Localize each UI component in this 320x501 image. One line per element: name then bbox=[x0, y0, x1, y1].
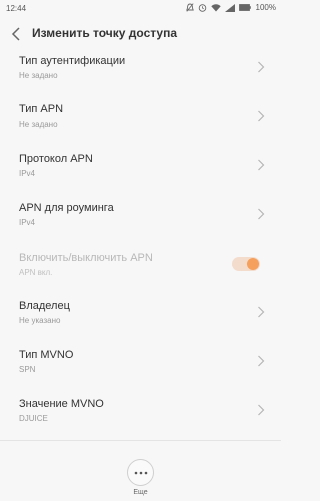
chevron-right-icon bbox=[258, 208, 265, 220]
status-bar: 12:44 100% bbox=[0, 0, 281, 17]
more-label: Еще bbox=[133, 489, 148, 496]
status-icons: 100% bbox=[185, 3, 276, 12]
setting-value: IPv4 bbox=[19, 218, 36, 227]
setting-label: Значение MVNO bbox=[19, 398, 104, 410]
chevron-right-icon bbox=[258, 404, 265, 416]
setting-apn-toggle: Включить/выключить APN APN вкл. bbox=[0, 247, 281, 296]
status-time: 12:44 bbox=[6, 4, 27, 13]
chevron-right-icon bbox=[258, 355, 265, 367]
battery-icon bbox=[238, 4, 251, 11]
back-arrow-icon[interactable] bbox=[8, 25, 26, 43]
setting-owner[interactable]: Владелец Не указано bbox=[0, 296, 281, 345]
toggle-knob bbox=[247, 258, 259, 270]
setting-label: Тип MVNO bbox=[19, 349, 74, 361]
setting-value: Не задано bbox=[19, 71, 58, 80]
signal-icon bbox=[224, 3, 235, 12]
more-dots-icon bbox=[134, 471, 148, 475]
alarm-icon bbox=[198, 4, 206, 12]
bottom-action-bar: Еще bbox=[0, 440, 281, 501]
setting-apn-protocol[interactable]: Протокол APN IPv4 bbox=[0, 149, 281, 198]
apn-enable-toggle bbox=[232, 257, 260, 271]
chevron-right-icon bbox=[258, 61, 265, 73]
wifi-icon bbox=[210, 3, 221, 11]
battery-percent: 100% bbox=[255, 3, 276, 12]
setting-label: Тип аутентификации bbox=[19, 55, 126, 67]
setting-roaming-apn[interactable]: APN для роуминга IPv4 bbox=[0, 198, 281, 247]
chevron-right-icon bbox=[258, 306, 265, 318]
header: Изменить точку доступа bbox=[0, 17, 281, 51]
setting-label: Тип APN bbox=[19, 103, 64, 115]
setting-label: Протокол APN bbox=[19, 153, 93, 165]
setting-mvno-type[interactable]: Тип MVNO SPN bbox=[0, 345, 281, 394]
setting-label: Владелец bbox=[19, 300, 70, 312]
setting-auth-type[interactable]: Тип аутентификации Не задано bbox=[0, 51, 281, 100]
setting-value: IPv4 bbox=[19, 169, 36, 178]
chevron-right-icon bbox=[258, 110, 265, 122]
more-button[interactable] bbox=[127, 459, 154, 486]
silent-icon bbox=[185, 3, 194, 12]
setting-label: APN для роуминга bbox=[19, 202, 114, 214]
setting-value: SPN bbox=[19, 365, 36, 374]
setting-value: Не указано bbox=[19, 316, 61, 325]
setting-label: Включить/выключить APN bbox=[19, 252, 153, 264]
setting-mvno-value[interactable]: Значение MVNO DJUICE bbox=[0, 394, 281, 443]
page-title: Изменить точку доступа bbox=[32, 26, 178, 40]
setting-apn-type[interactable]: Тип APN Не задано bbox=[0, 100, 281, 149]
setting-value: Не задано bbox=[19, 120, 58, 129]
setting-value: APN вкл. bbox=[19, 268, 53, 277]
chevron-right-icon bbox=[258, 159, 265, 171]
setting-value: DJUICE bbox=[19, 414, 48, 423]
